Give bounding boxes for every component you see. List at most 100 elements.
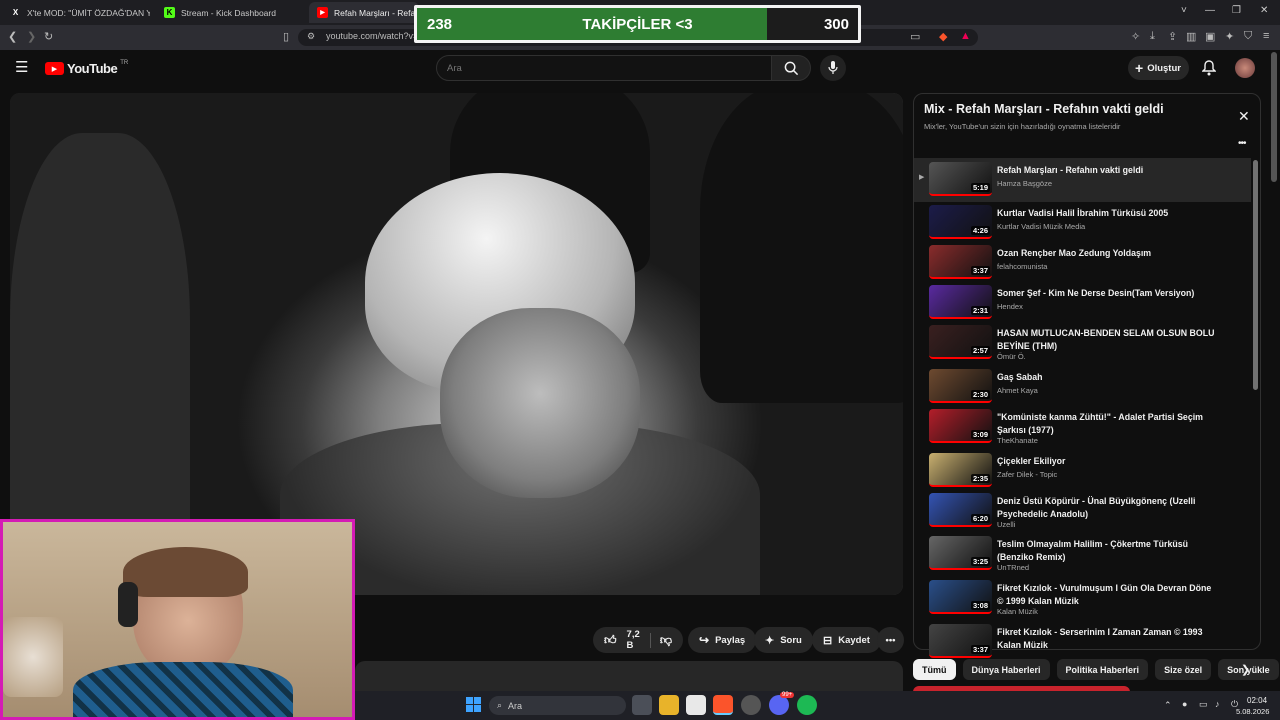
page-scrollbar[interactable] [1271, 52, 1277, 182]
video-thumbnail[interactable]: 2:30 [929, 369, 992, 403]
site-info-icon[interactable]: ⚙ [307, 31, 315, 42]
playlist-menu-icon[interactable]: ••• [1238, 138, 1246, 149]
tab-list-icon[interactable]: ˅ [1181, 5, 1187, 16]
playlist-item[interactable]: 3:37 Fikret Kızılok - Serserinim I Zaman … [914, 620, 1251, 664]
video-thumbnail[interactable]: 3:09 [929, 409, 992, 443]
video-thumbnail[interactable]: 2:35 [929, 453, 992, 487]
tab-kick[interactable]: K Stream - Kick Dashboard [156, 2, 306, 23]
video-author[interactable]: Kalan Müzik [997, 607, 1038, 616]
playlist-item[interactable]: 6:20 Deniz Üstü Köpürür - Ünal Büyükgönen… [914, 489, 1251, 533]
playlist-item[interactable]: 3:37 Ozan Rençber Mao Zedung Yoldaşım fela… [914, 241, 1251, 285]
video-author[interactable]: TheKhanate [997, 436, 1038, 445]
video-author[interactable]: Kurtlar Vadisi Müzik Media [997, 222, 1085, 231]
video-thumbnail[interactable]: 6:20 [929, 493, 992, 527]
playlist-item[interactable]: 2:30 Gaş Sabah Ahmet Kaya [914, 365, 1251, 409]
video-title[interactable]: Refah Marşları - Refahın vakti geldi [997, 164, 1217, 177]
video-title[interactable]: Ozan Rençber Mao Zedung Yoldaşım [997, 247, 1217, 260]
video-thumbnail[interactable]: 5:19 [929, 162, 992, 196]
voice-search-button[interactable] [820, 55, 846, 81]
ask-button[interactable]: ✦ Soru [754, 627, 813, 653]
avatar[interactable] [1235, 58, 1255, 78]
playlist-item[interactable]: 3:09 "Komüniste kanma Zühtü!" - Adalet Pa… [914, 405, 1251, 449]
rewards-icon[interactable]: ▲ [960, 30, 971, 42]
video-author[interactable]: Ömür Ö. [997, 352, 1026, 361]
cast-icon[interactable]: ▭ [910, 30, 920, 43]
video-author[interactable]: Hamza Başgöze [997, 179, 1052, 188]
tab-youtube[interactable]: ▶ Refah Marşları - Refahın V [309, 2, 419, 23]
create-button[interactable]: + Oluştur [1128, 56, 1189, 80]
video-title[interactable]: Çiçekler Ekiliyor [997, 455, 1217, 468]
minimize-icon[interactable]: — [1205, 5, 1215, 16]
windows-start-icon[interactable] [466, 697, 481, 712]
microphone-tray-icon[interactable]: ● [1182, 699, 1187, 709]
video-title[interactable]: Kurtlar Vadisi Halil İbrahim Türküsü 200… [997, 207, 1217, 220]
back-icon[interactable]: ❮ [8, 30, 17, 43]
clock-time[interactable]: 02:04 [1247, 696, 1267, 705]
share-button[interactable]: ↪ Paylaş [688, 627, 757, 653]
video-title[interactable]: Deniz Üstü Köpürür - Ünal Büyükgönenç (U… [997, 495, 1217, 520]
video-author[interactable]: felahcomunista [997, 262, 1047, 271]
brave-shields-icon[interactable]: ◆ [939, 30, 947, 43]
playlist-item[interactable]: 3:08 Fikret Kızılok - Vurulmuşum I Gün Ol… [914, 576, 1251, 620]
chip-2[interactable]: Politika Haberleri [1056, 659, 1149, 680]
sidebar-icon[interactable]: ▥ [1186, 30, 1196, 43]
like-dislike-group[interactable]: 👍︎ 7,2 B 👎︎ [593, 627, 683, 653]
video-title[interactable]: Fikret Kızılok - Serserinim I Zaman Zama… [997, 626, 1217, 651]
video-author[interactable]: Hendex [997, 302, 1023, 311]
playlist-item[interactable]: 2:57 HASAN MUTLUCAN-BENDEN SELAM OLSUN BO… [914, 321, 1251, 365]
youtube-logo[interactable]: ▶ YouTube TR [45, 60, 128, 76]
video-author[interactable]: Zafer Dilek - Topic [997, 470, 1057, 479]
reload-icon[interactable]: ↻ [44, 30, 53, 43]
download-icon[interactable]: ⤓ [1150, 30, 1155, 43]
chip-3[interactable]: Size özel [1155, 659, 1212, 680]
video-thumbnail[interactable]: 2:57 [929, 325, 992, 359]
maximize-icon[interactable]: ❐ [1232, 5, 1241, 16]
playlist-item[interactable]: 2:31 Somer Şef - Kim Ne Derse Desin(Tam V… [914, 281, 1251, 325]
close-window-icon[interactable]: ✕ [1260, 5, 1268, 16]
obs-icon[interactable] [741, 695, 761, 715]
video-thumbnail[interactable]: 3:25 [929, 536, 992, 570]
notepad-icon[interactable] [686, 695, 706, 715]
url-text[interactable]: youtube.com/watch?v= [326, 31, 418, 41]
search-input[interactable] [436, 55, 772, 81]
video-author[interactable]: UnTRned [997, 563, 1029, 572]
chevron-right-icon[interactable]: ❯ [1241, 663, 1250, 676]
clock-date[interactable]: 5.08.2026 [1236, 707, 1269, 716]
chip-1[interactable]: Dünya Haberleri [962, 659, 1050, 680]
bookmark-icon[interactable]: ▯ [283, 30, 289, 43]
volume-icon[interactable]: ♪ [1215, 699, 1220, 709]
video-author[interactable]: Ahmet Kaya [997, 386, 1038, 395]
file-explorer-icon[interactable] [659, 695, 679, 715]
playlist-item[interactable]: ▶ 5:19 Refah Marşları - Refahın vakti geld… [914, 158, 1251, 202]
more-actions-button[interactable]: ••• [877, 627, 904, 653]
video-author[interactable]: Uzelli [997, 520, 1015, 529]
video-title[interactable]: HASAN MUTLUCAN-BENDEN SELAM OLSUN BOLU B… [997, 327, 1217, 352]
share-page-icon[interactable]: ⇪ [1168, 30, 1177, 43]
vpn-icon[interactable]: ⛉ [1244, 30, 1252, 43]
menu-icon[interactable]: ≡ [1263, 30, 1269, 42]
network-icon[interactable]: ▭ [1199, 699, 1208, 710]
video-title[interactable]: Teslim Olmayalım Halilim - Çökertme Türk… [997, 538, 1217, 563]
video-title[interactable]: Somer Şef - Kim Ne Derse Desin(Tam Versi… [997, 287, 1217, 300]
forward-icon[interactable]: ❯ [27, 30, 36, 43]
task-view-icon[interactable] [632, 695, 652, 715]
notifications-bell-icon[interactable] [1202, 60, 1216, 76]
tray-overflow-icon[interactable]: ⌃ [1164, 700, 1172, 711]
brave-browser-icon[interactable] [713, 695, 733, 715]
tab-x[interactable]: X X'te MOD: "ÜMİT ÖZDAĞ'DAN YENİ [2, 2, 150, 23]
playlist-item[interactable]: 3:25 Teslim Olmayalım Halilim - Çökertme … [914, 532, 1251, 576]
description-box[interactable] [355, 661, 903, 691]
thumbs-down-icon[interactable]: 👎︎ [649, 632, 672, 648]
close-playlist-icon[interactable]: ✕ [1238, 108, 1250, 125]
chip-0[interactable]: Tümü [913, 659, 956, 680]
video-title[interactable]: Gaş Sabah [997, 371, 1217, 384]
discord-icon[interactable] [769, 695, 789, 715]
search-button[interactable] [771, 55, 811, 81]
extensions-icon[interactable]: ✧ [1131, 30, 1140, 43]
thumbs-up-icon[interactable]: 👍︎ [604, 633, 617, 648]
leo-icon[interactable]: ✦ [1225, 30, 1234, 43]
hamburger-menu-icon[interactable]: ☰ [15, 58, 28, 76]
playlist-scrollbar[interactable] [1253, 160, 1258, 390]
playlist-item[interactable]: 4:26 Kurtlar Vadisi Halil İbrahim Türküsü… [914, 201, 1251, 245]
wallet-icon[interactable]: ▣ [1205, 30, 1215, 43]
